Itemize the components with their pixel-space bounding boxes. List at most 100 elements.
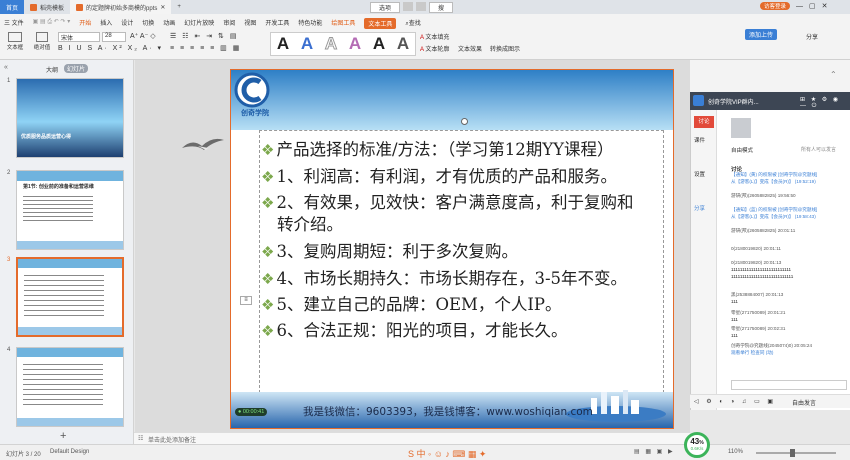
add-slide-button[interactable]: +	[60, 430, 66, 442]
login-button[interactable]: 访客登录	[760, 2, 791, 10]
bullet-text: 转介绍。	[277, 215, 343, 234]
option-button[interactable]: 选项	[370, 2, 401, 13]
chat-message: 111	[731, 333, 738, 338]
search-label: 查找	[408, 21, 421, 27]
rotate-handle[interactable]	[461, 118, 468, 125]
media-control-icons[interactable]: ◁ ⚙ ◐ ◑ ♫ ▭ ▣	[694, 398, 776, 405]
menu-animation[interactable]: 动画	[163, 18, 175, 29]
bullet-diamond-icon: ❖	[261, 243, 275, 261]
notes-placeholder[interactable]: 单击此处添加备注	[148, 435, 196, 444]
wordart-style-5[interactable]: A	[373, 34, 385, 54]
recording-timer: ● 00:00:41	[235, 408, 268, 416]
free-speak-button[interactable]: 自由发言	[792, 398, 816, 407]
search-toggle[interactable]: 搜	[429, 2, 454, 13]
menu-slideshow[interactable]: 幻灯片放映	[184, 18, 214, 29]
chat-message: 111	[731, 317, 738, 322]
wordart-style-3[interactable]: A	[324, 34, 337, 54]
menu-drawing-tools[interactable]: 绘图工具	[331, 18, 355, 29]
chat-header-icons[interactable]: ⊞ ★ ⚙ ◉ — ⏻	[800, 96, 850, 110]
slide-thumbnail-4[interactable]	[16, 347, 124, 427]
notes-bar[interactable]: ☷ 单击此处添加备注	[134, 432, 690, 444]
slide-thumbnail-1[interactable]: 优质服务品质运营心得	[16, 78, 124, 158]
slide-header-band	[231, 70, 673, 130]
wordart-style-6[interactable]: A	[397, 34, 409, 54]
tab-home[interactable]: 首页	[0, 0, 25, 14]
bullet-diamond-icon: ❖	[261, 168, 275, 186]
tab-document[interactable]: 的定题牌初始多商模的ppts ✕	[70, 0, 172, 14]
chat-input[interactable]	[731, 380, 847, 390]
share-button[interactable]: 分享	[806, 32, 818, 41]
slide-thumbnail-2[interactable]: 第1节: 创业前的准备和运营思维	[16, 170, 124, 250]
menu-design[interactable]: 设计	[121, 18, 133, 29]
menu-transition[interactable]: 切换	[142, 18, 154, 29]
slide2-text	[23, 193, 93, 223]
list-buttons[interactable]: ☰ ☷ ⇤ ⇥ ⇅ ▤	[170, 32, 238, 40]
bullet-text: 5、建立自己的品牌：OEM，个人IP。	[276, 295, 562, 314]
text-outline-button[interactable]: A 文本轮廓	[420, 44, 449, 53]
tab-outline[interactable]: 大纲	[46, 65, 58, 74]
file-menu[interactable]: 三 文件	[4, 18, 24, 29]
right-scroll-icon[interactable]: ⌃	[830, 70, 837, 79]
tab-share[interactable]: 分享	[694, 204, 705, 212]
chat-message: 游研(邦)(2605882825) 19:56:50	[731, 193, 796, 198]
tab-courseware[interactable]: 课件	[694, 136, 705, 144]
slide-footer-text: 我是钱微信：9603393，我是钱博客：www.woshiqian.com	[303, 406, 593, 418]
collapse-pane-icon[interactable]: «	[4, 64, 8, 71]
chat-message: 创奇学院@究题线(2045074)0) 20:05:24	[731, 343, 813, 348]
center-buttons: 选项 搜	[370, 2, 454, 13]
zoom-slider-handle[interactable]	[790, 449, 795, 457]
menu-start[interactable]: 开始	[79, 18, 91, 29]
style-button[interactable]: 绝对值	[32, 31, 52, 53]
tab-settings[interactable]: 设置	[694, 170, 705, 178]
slide4-footer	[17, 418, 123, 426]
menu-insert[interactable]: 插入	[100, 18, 112, 29]
wordart-gallery[interactable]: A A A A A A	[270, 32, 416, 56]
font-grow-icon[interactable]: A⁺ A⁻ ◇	[130, 32, 156, 40]
text-fill-icon: A	[420, 35, 424, 41]
tab-slides[interactable]: 幻灯片	[64, 64, 89, 73]
mode-select[interactable]: 自由模式	[731, 146, 753, 154]
minimize-icon[interactable]: —	[796, 3, 803, 10]
font-name-select[interactable]: 宋体	[58, 32, 100, 42]
convert-button[interactable]: 转换成图示	[490, 44, 520, 53]
slide-thumbnail-3[interactable]	[16, 257, 124, 337]
textbox-button[interactable]: 文本框	[4, 31, 26, 53]
seagull-image	[182, 138, 224, 150]
pin-icon[interactable]	[416, 2, 427, 11]
close-icon[interactable]: ✕	[160, 4, 165, 11]
maximize-icon[interactable]: ▢	[809, 2, 816, 10]
tab-home-label: 首页	[6, 5, 19, 12]
text-effect-button[interactable]: 文本效果	[458, 44, 482, 53]
paragraph-options-icon[interactable]: ≡	[240, 296, 252, 305]
wordart-style-1[interactable]: A	[277, 34, 289, 54]
align-buttons[interactable]: ≡ ≡ ≡ ≡ ≡ ▥ ▦	[170, 44, 241, 52]
menu-view[interactable]: 视图	[244, 18, 256, 29]
restore-icon[interactable]	[403, 2, 414, 11]
font-size-select[interactable]: 28	[102, 32, 126, 42]
close-window-icon[interactable]: ✕	[822, 2, 828, 10]
tab-discuss[interactable]: 讨论	[694, 116, 714, 128]
search-menu[interactable]: ⌕查找	[405, 18, 420, 29]
slide-number: 3	[7, 257, 11, 263]
cloud-upload-button[interactable]: 添加上传	[745, 29, 778, 40]
bullet-line-3: ❖ 3、复购周期短：利于多次复购。	[261, 238, 518, 262]
format-buttons[interactable]: B I U S A· X² X₂ A· ▾	[58, 44, 163, 52]
home-icon[interactable]	[693, 95, 704, 106]
text-fill-button[interactable]: A 文本填充	[420, 32, 449, 41]
zoom-slider[interactable]	[756, 452, 836, 454]
menu-special[interactable]: 特色功能	[298, 18, 322, 29]
menu-text-tools[interactable]: 文本工具	[364, 18, 397, 29]
menu-review[interactable]: 审阅	[223, 18, 235, 29]
new-tab-button[interactable]: +	[171, 0, 187, 14]
slide-3[interactable]: 创奇学院 ❖ 产品选择的标准/方法：（学习第12期YY课程） ❖ 1、利润高：有利润…	[230, 69, 674, 429]
wordart-style-2[interactable]: A	[301, 34, 313, 54]
network-speed-badge[interactable]: 43% 0.6K/s	[684, 432, 710, 458]
slide3-footer	[18, 327, 122, 335]
wordart-style-4[interactable]: A	[349, 34, 361, 54]
wps-status-icons[interactable]: S 中 ◦ ☺ ♪ ⌨ ▦ ✦	[408, 447, 486, 460]
quick-access-icons[interactable]: ▣ ▤ ⎙ ↶ ↷ ▾	[33, 18, 71, 29]
tab-template[interactable]: 稻壳模板	[24, 0, 70, 14]
tab-document-label: 的定题牌初始多商模的ppts	[86, 5, 158, 12]
menu-dev[interactable]: 开发工具	[265, 18, 289, 29]
view-mode-icons[interactable]: ▤ ▦ ▣ ▶	[634, 448, 675, 455]
